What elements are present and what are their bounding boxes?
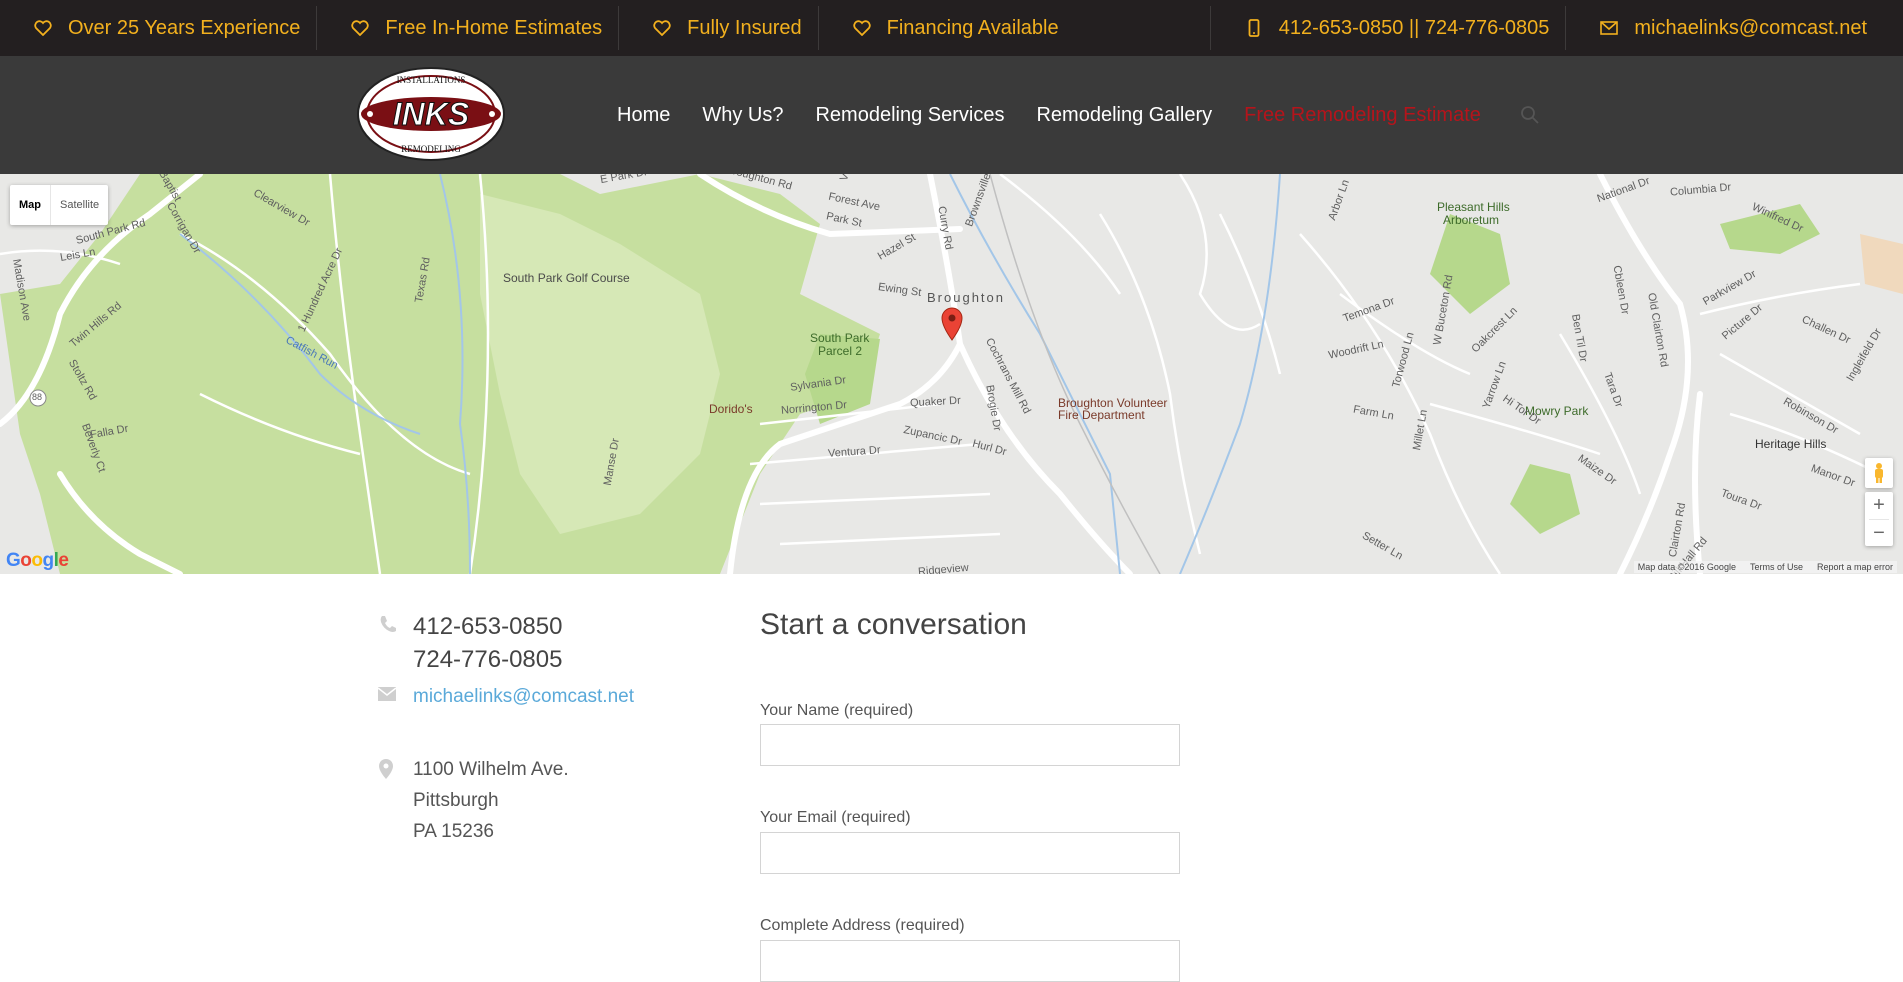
feature-list: Over 25 Years Experience Free In-Home Es… (0, 0, 1075, 56)
search-icon[interactable] (1519, 104, 1541, 126)
top-phone[interactable]: 412-653-0850 || 724-776-0805 (1211, 0, 1566, 56)
address-line-1: 1100 Wilhelm Ave. (413, 759, 569, 780)
top-info-bar: Over 25 Years Experience Free In-Home Es… (0, 0, 1903, 56)
email-field[interactable] (760, 832, 1180, 874)
envelope-icon (1600, 19, 1619, 37)
phone-icon (378, 614, 402, 638)
nav-free-estimate[interactable]: Free Remodeling Estimate (1228, 104, 1497, 127)
feature-item: Financing Available (819, 0, 1075, 56)
map-type-satellite-button[interactable]: Satellite (51, 185, 108, 225)
site-logo[interactable]: INSTALLATIONS INKS REMODELING (356, 66, 506, 162)
terms-of-use-link[interactable]: Terms of Use (1750, 562, 1803, 572)
nav-remodeling-gallery[interactable]: Remodeling Gallery (1020, 104, 1228, 127)
mobile-phone-icon (1245, 19, 1263, 37)
zoom-out-button[interactable]: − (1869, 519, 1889, 546)
contact-info-top: 412-653-0850 || 724-776-0805 michaelinks… (1209, 0, 1903, 56)
name-label: Your Name (required) (760, 702, 914, 719)
map-attribution: Map data ©2016 Google Terms of Use Repor… (1633, 561, 1897, 573)
heart-icon (653, 19, 671, 37)
map-type-map-button[interactable]: Map (10, 185, 51, 225)
feature-label: Fully Insured (687, 16, 802, 39)
contact-email: michaelinks@comcast.net (377, 686, 634, 711)
map-label-doridos: Dorido's (709, 402, 753, 416)
heart-icon (852, 19, 871, 37)
map-label-fire-dept-2: Fire Department (1058, 408, 1145, 422)
top-phone-text: 412-653-0850 || 724-776-0805 (1278, 16, 1550, 39)
heart-icon (34, 19, 52, 37)
address-line-2: Pittsburgh (413, 790, 499, 811)
top-email-text: michaelinks@comcast.net (1634, 16, 1867, 39)
top-email[interactable]: michaelinks@comcast.net (1566, 0, 1883, 56)
logo-main-text: INKS (393, 96, 470, 132)
map-data-text: Map data ©2016 Google (1637, 562, 1736, 572)
pegman-icon[interactable] (1865, 458, 1893, 488)
email-link[interactable]: michaelinks@comcast.net (413, 686, 634, 708)
map-label-broughton: Broughton (927, 290, 1005, 305)
site-header: INSTALLATIONS INKS REMODELING Home Why U… (0, 56, 1903, 174)
route-shield-label: 88 (32, 392, 43, 402)
feature-item: Fully Insured (619, 0, 818, 56)
name-field[interactable] (760, 724, 1180, 766)
heart-icon (351, 19, 370, 37)
email-label: Your Email (required) (760, 809, 911, 826)
contact-phones: 412-653-0850 724-776-0805 (378, 610, 562, 676)
google-map[interactable]: 88 Broughton South Park Golf Course Sout… (0, 174, 1903, 574)
map-label-golf-course: South Park Golf Course (503, 271, 630, 285)
report-map-error-link[interactable]: Report a map error (1817, 562, 1893, 572)
nav-home[interactable]: Home (601, 104, 686, 127)
google-logo[interactable]: Google (6, 550, 69, 572)
phone-number-2[interactable]: 724-776-0805 (413, 643, 562, 676)
feature-item: Over 25 Years Experience (0, 0, 316, 56)
zoom-in-button[interactable]: + (1873, 492, 1885, 519)
map-label-arboretum: Arboretum (1443, 213, 1500, 227)
map-label-parcel-2: Parcel 2 (818, 344, 863, 358)
nav-remodeling-services[interactable]: Remodeling Services (799, 104, 1020, 127)
envelope-icon (377, 687, 402, 711)
main-nav: Home Why Us? Remodeling Services Remodel… (601, 56, 1541, 174)
feature-item: Free In-Home Estimates (317, 0, 618, 56)
address-field[interactable] (760, 940, 1180, 982)
map-label-south-park: South Park (810, 331, 870, 345)
address-label: Complete Address (required) (760, 917, 965, 934)
map-label-pleasant-hills: Pleasant Hills (1437, 200, 1510, 214)
phone-number-1[interactable]: 412-653-0850 (413, 610, 562, 643)
feature-label: Free In-Home Estimates (385, 16, 603, 39)
nav-why-us[interactable]: Why Us? (686, 104, 799, 127)
location-pin-icon (378, 759, 402, 783)
logo-top-text: INSTALLATIONS (397, 75, 466, 85)
map-label-heritage-hills: Heritage Hills (1755, 437, 1827, 451)
contact-address: 1100 Wilhelm Ave. Pittsburgh PA 15236 (378, 754, 569, 847)
map-type-control: Map Satellite (10, 185, 109, 225)
feature-label: Over 25 Years Experience (68, 16, 301, 39)
logo-bottom-text: REMODELING (401, 144, 461, 154)
feature-label: Financing Available (886, 16, 1059, 39)
address-line-3: PA 15236 (413, 821, 495, 842)
zoom-control: + − (1865, 492, 1893, 546)
form-title: Start a conversation (760, 608, 1027, 641)
